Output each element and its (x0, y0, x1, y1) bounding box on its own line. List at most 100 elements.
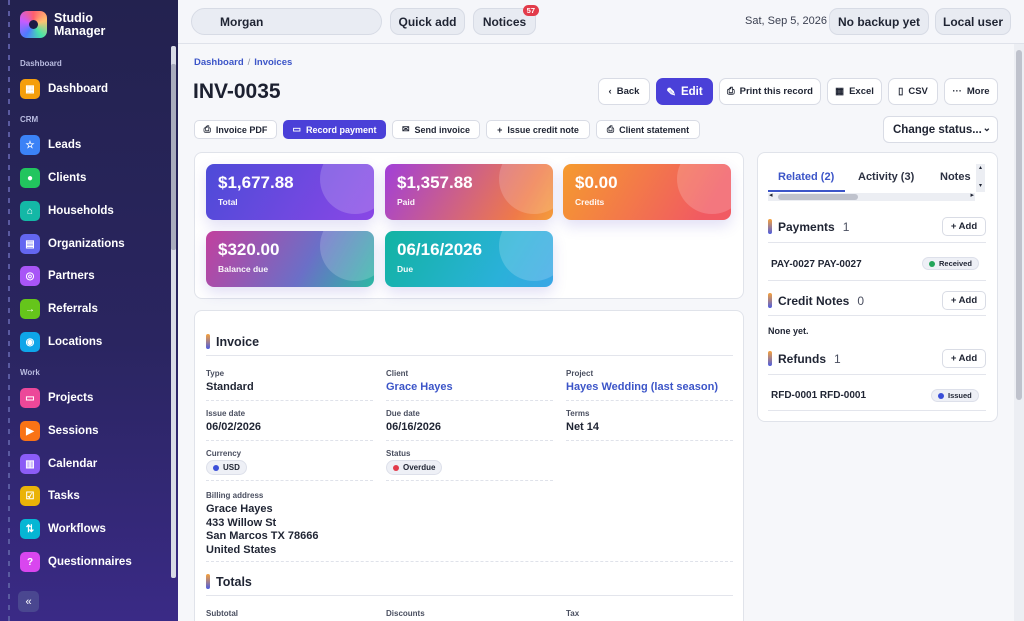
sidebar-item-locations[interactable]: ◉ Locations (20, 330, 170, 354)
mail-icon: ✉ (401, 124, 410, 134)
invoice-pdf-label: Invoice PDF (215, 124, 268, 135)
field-divider (206, 440, 373, 441)
stat-card-due: 06/16/2026 Due (385, 231, 553, 287)
checkbox-icon: ☑ (20, 486, 40, 506)
sidebar-item-label: Questionnaires (48, 556, 132, 568)
field-divider (566, 400, 733, 401)
section-accent (768, 351, 772, 366)
backup-status-button[interactable]: No backup yet (829, 8, 929, 35)
home-icon: ⌂ (20, 201, 40, 221)
field-divider (206, 480, 373, 481)
user-menu-button[interactable]: Local user (935, 8, 1011, 35)
edit-button[interactable]: ✎ Edit (656, 78, 713, 105)
excel-button[interactable]: ▦ Excel (827, 78, 882, 105)
printer-icon: ⎙ (727, 86, 735, 97)
sidebar-item-label: Sessions (48, 425, 99, 437)
refunds-count: 1 (834, 351, 841, 366)
tab-underline (768, 190, 845, 192)
divider (206, 595, 733, 596)
record-payment-button[interactable]: ▭ Record payment (283, 120, 386, 139)
calendar-icon: ▥ (20, 454, 40, 474)
divider (768, 410, 986, 411)
field-divider (566, 440, 733, 441)
stat-value: 06/16/2026 (397, 240, 483, 259)
video-icon: ▶ (20, 421, 40, 441)
send-invoice-button[interactable]: ✉ Send invoice (392, 120, 480, 139)
tab-notes[interactable]: Notes (940, 171, 976, 183)
sidebar-item-label: Leads (48, 139, 82, 151)
tabs-vscroll[interactable]: ▴ ▾ (976, 164, 985, 192)
brand[interactable]: Studio Manager (20, 11, 124, 38)
sidebar-group-crm: CRM (20, 115, 39, 124)
main-scrollbar[interactable] (1014, 44, 1024, 621)
sidebar-item-leads[interactable]: ☆ Leads (20, 133, 170, 157)
sidebar-item-clients[interactable]: ● Clients (20, 166, 170, 190)
sidebar-item-workflows[interactable]: ⇅ Workflows (20, 517, 170, 541)
invoice-heading-text: Invoice (216, 334, 260, 349)
excel-label: Excel (849, 86, 874, 97)
quick-add-button[interactable]: Quick add (390, 8, 465, 35)
notices-button[interactable]: Notices 57 (473, 5, 539, 35)
sidebar-item-sessions[interactable]: ▶ Sessions (20, 419, 170, 443)
client-statement-button[interactable]: ⎙ Client statement (596, 120, 700, 139)
search-input[interactable]: Morgan (191, 8, 382, 35)
field-divider (206, 561, 733, 562)
sidebar-item-label: Projects (48, 392, 94, 404)
due-date-label: Due date (386, 409, 420, 418)
stat-value: $0.00 (575, 173, 618, 192)
change-status-select[interactable]: Change status... ⌄ (883, 116, 998, 143)
client-link[interactable]: Grace Hayes (386, 381, 453, 393)
breadcrumb-dashboard-link[interactable]: Dashboard (194, 57, 244, 68)
invoice-pdf-button[interactable]: ⎙ Invoice PDF (194, 120, 277, 139)
record-payment-label: Record payment (305, 124, 377, 135)
add-refund-button[interactable]: + Add (942, 349, 986, 368)
divider (768, 242, 986, 243)
sidebar-scrollbar[interactable] (171, 46, 176, 578)
add-payment-button[interactable]: + Add (942, 217, 986, 236)
more-button[interactable]: ··· More (944, 78, 998, 105)
tax-label: Tax (566, 609, 580, 618)
credit-notes-empty: None yet. (768, 326, 809, 336)
tab-activity[interactable]: Activity (3) (858, 171, 914, 183)
divider (768, 374, 986, 375)
back-label: Back (616, 86, 640, 97)
section-accent (206, 574, 210, 589)
sidebar-item-tasks[interactable]: ☑ Tasks (20, 484, 170, 508)
sidebar-item-projects[interactable]: ▭ Projects (20, 386, 170, 410)
topbar: Morgan Quick add Notices 57 Sat, Sep 5, … (178, 0, 1024, 44)
sidebar-item-partners[interactable]: ◎ Partners (20, 264, 170, 288)
billing-address-line: San Marcos TX 78666 (206, 530, 319, 542)
sidebar-item-dashboard[interactable]: ▦ Dashboard (20, 77, 170, 101)
pin-icon: ◉ (20, 332, 40, 352)
grid-icon: ▦ (20, 79, 40, 99)
sidebar-item-referrals[interactable]: → Referrals (20, 297, 170, 321)
print-button[interactable]: ⎙ Print this record (719, 78, 821, 105)
refund-row-link[interactable]: RFD-0001 RFD-0001 (771, 390, 866, 401)
collapse-sidebar-button[interactable]: « (18, 591, 39, 612)
sidebar-item-label: Calendar (48, 458, 98, 470)
csv-button[interactable]: ▯ CSV (888, 78, 938, 105)
logo-icon (20, 11, 47, 38)
breadcrumb-invoices-link[interactable]: Invoices (254, 57, 292, 68)
dot-icon (929, 260, 935, 267)
stat-label: Balance due (218, 264, 269, 274)
plus-icon: + (497, 124, 503, 135)
billing-address-line: United States (206, 544, 277, 556)
tab-related[interactable]: Related (2) (778, 171, 834, 183)
issue-credit-note-button[interactable]: + Issue credit note (486, 120, 590, 139)
change-status-value: Change status... (893, 123, 982, 136)
sidebar-item-label: Organizations (48, 238, 125, 250)
stat-card-credits: $0.00 Credits (563, 164, 731, 220)
payment-row-link[interactable]: PAY-0027 PAY-0027 (771, 259, 862, 270)
breadcrumb-separator: / (247, 57, 251, 68)
tabs-hscroll[interactable]: ◂ ▸ (768, 192, 975, 201)
sidebar-item-questionnaires[interactable]: ? Questionnaires (20, 550, 170, 574)
terms-label: Terms (566, 409, 590, 418)
project-link[interactable]: Hayes Wedding (last season) (566, 381, 718, 393)
payment-status: Received (939, 259, 972, 268)
back-button[interactable]: ‹ Back (598, 78, 650, 105)
add-credit-note-button[interactable]: + Add (942, 291, 986, 310)
sidebar-item-calendar[interactable]: ▥ Calendar (20, 452, 170, 476)
sidebar-item-households[interactable]: ⌂ Households (20, 199, 170, 223)
sidebar-item-organizations[interactable]: ▤ Organizations (20, 232, 170, 256)
